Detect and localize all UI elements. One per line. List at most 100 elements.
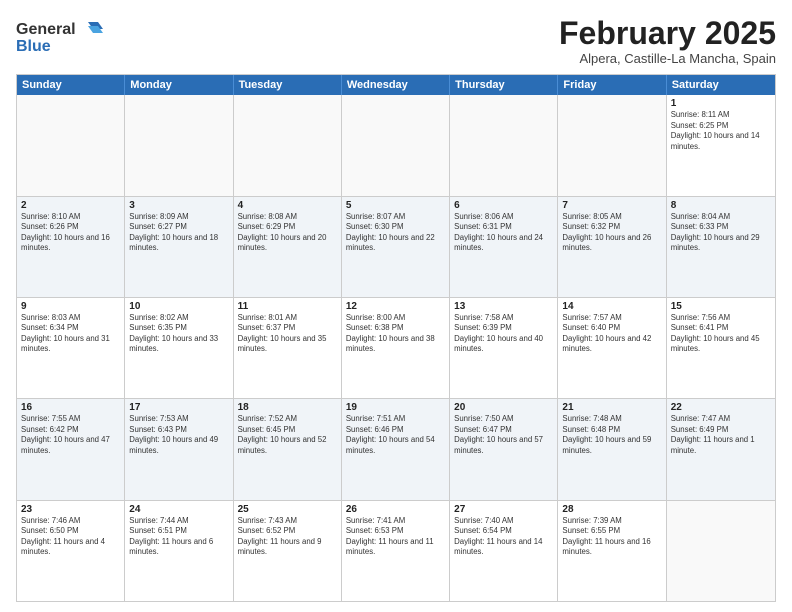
week-row-2: 9Sunrise: 8:03 AMSunset: 6:34 PMDaylight…	[17, 298, 775, 399]
day-number: 19	[346, 402, 445, 413]
day-number: 28	[562, 504, 661, 515]
cell-info: Sunrise: 7:52 AMSunset: 6:45 PMDaylight:…	[238, 414, 337, 456]
cell-info: Sunrise: 8:11 AMSunset: 6:25 PMDaylight:…	[671, 110, 771, 152]
cell-info: Sunrise: 8:02 AMSunset: 6:35 PMDaylight:…	[129, 313, 228, 355]
day-number: 17	[129, 402, 228, 413]
day-number: 10	[129, 301, 228, 312]
cal-cell-w2-d6: 15Sunrise: 7:56 AMSunset: 6:41 PMDayligh…	[667, 298, 775, 398]
cell-info: Sunrise: 7:53 AMSunset: 6:43 PMDaylight:…	[129, 414, 228, 456]
header-day-friday: Friday	[558, 75, 666, 95]
cell-info: Sunrise: 8:01 AMSunset: 6:37 PMDaylight:…	[238, 313, 337, 355]
cal-cell-w0-d4	[450, 95, 558, 195]
cell-info: Sunrise: 8:07 AMSunset: 6:30 PMDaylight:…	[346, 212, 445, 254]
cell-info: Sunrise: 8:04 AMSunset: 6:33 PMDaylight:…	[671, 212, 771, 254]
cell-info: Sunrise: 8:00 AMSunset: 6:38 PMDaylight:…	[346, 313, 445, 355]
day-number: 6	[454, 200, 553, 211]
cal-cell-w4-d1: 24Sunrise: 7:44 AMSunset: 6:51 PMDayligh…	[125, 501, 233, 601]
logo: General Blue	[16, 16, 106, 56]
calendar: SundayMondayTuesdayWednesdayThursdayFrid…	[16, 74, 776, 602]
cal-cell-w3-d4: 20Sunrise: 7:50 AMSunset: 6:47 PMDayligh…	[450, 399, 558, 499]
cal-cell-w0-d6: 1Sunrise: 8:11 AMSunset: 6:25 PMDaylight…	[667, 95, 775, 195]
header-day-thursday: Thursday	[450, 75, 558, 95]
header-day-wednesday: Wednesday	[342, 75, 450, 95]
day-number: 14	[562, 301, 661, 312]
day-number: 4	[238, 200, 337, 211]
cal-cell-w2-d4: 13Sunrise: 7:58 AMSunset: 6:39 PMDayligh…	[450, 298, 558, 398]
cell-info: Sunrise: 7:51 AMSunset: 6:46 PMDaylight:…	[346, 414, 445, 456]
cell-info: Sunrise: 7:39 AMSunset: 6:55 PMDaylight:…	[562, 516, 661, 558]
cal-cell-w1-d0: 2Sunrise: 8:10 AMSunset: 6:26 PMDaylight…	[17, 197, 125, 297]
logo-svg: General Blue	[16, 16, 106, 56]
day-number: 2	[21, 200, 120, 211]
day-number: 20	[454, 402, 553, 413]
day-number: 22	[671, 402, 771, 413]
cal-cell-w1-d1: 3Sunrise: 8:09 AMSunset: 6:27 PMDaylight…	[125, 197, 233, 297]
calendar-header: SundayMondayTuesdayWednesdayThursdayFrid…	[17, 75, 775, 95]
page: General Blue February 2025 Alpera, Casti…	[0, 0, 792, 612]
week-row-0: 1Sunrise: 8:11 AMSunset: 6:25 PMDaylight…	[17, 95, 775, 196]
cal-cell-w1-d2: 4Sunrise: 8:08 AMSunset: 6:29 PMDaylight…	[234, 197, 342, 297]
day-number: 11	[238, 301, 337, 312]
day-number: 12	[346, 301, 445, 312]
cal-cell-w4-d6	[667, 501, 775, 601]
day-number: 21	[562, 402, 661, 413]
day-number: 16	[21, 402, 120, 413]
cal-cell-w0-d2	[234, 95, 342, 195]
cal-cell-w3-d6: 22Sunrise: 7:47 AMSunset: 6:49 PMDayligh…	[667, 399, 775, 499]
day-number: 27	[454, 504, 553, 515]
cal-cell-w0-d1	[125, 95, 233, 195]
day-number: 5	[346, 200, 445, 211]
cal-cell-w4-d2: 25Sunrise: 7:43 AMSunset: 6:52 PMDayligh…	[234, 501, 342, 601]
cal-cell-w2-d2: 11Sunrise: 8:01 AMSunset: 6:37 PMDayligh…	[234, 298, 342, 398]
week-row-4: 23Sunrise: 7:46 AMSunset: 6:50 PMDayligh…	[17, 501, 775, 601]
day-number: 3	[129, 200, 228, 211]
cell-info: Sunrise: 8:08 AMSunset: 6:29 PMDaylight:…	[238, 212, 337, 254]
day-number: 13	[454, 301, 553, 312]
day-number: 26	[346, 504, 445, 515]
cell-info: Sunrise: 7:55 AMSunset: 6:42 PMDaylight:…	[21, 414, 120, 456]
cal-cell-w4-d5: 28Sunrise: 7:39 AMSunset: 6:55 PMDayligh…	[558, 501, 666, 601]
svg-text:General: General	[16, 21, 76, 38]
cell-info: Sunrise: 7:56 AMSunset: 6:41 PMDaylight:…	[671, 313, 771, 355]
cell-info: Sunrise: 7:44 AMSunset: 6:51 PMDaylight:…	[129, 516, 228, 558]
cal-cell-w1-d5: 7Sunrise: 8:05 AMSunset: 6:32 PMDaylight…	[558, 197, 666, 297]
cal-cell-w4-d0: 23Sunrise: 7:46 AMSunset: 6:50 PMDayligh…	[17, 501, 125, 601]
day-number: 18	[238, 402, 337, 413]
cell-info: Sunrise: 7:50 AMSunset: 6:47 PMDaylight:…	[454, 414, 553, 456]
title-block: February 2025 Alpera, Castille-La Mancha…	[559, 16, 776, 66]
cal-cell-w2-d0: 9Sunrise: 8:03 AMSunset: 6:34 PMDaylight…	[17, 298, 125, 398]
header-day-monday: Monday	[125, 75, 233, 95]
cell-info: Sunrise: 8:06 AMSunset: 6:31 PMDaylight:…	[454, 212, 553, 254]
day-number: 23	[21, 504, 120, 515]
cell-info: Sunrise: 7:43 AMSunset: 6:52 PMDaylight:…	[238, 516, 337, 558]
cal-cell-w2-d3: 12Sunrise: 8:00 AMSunset: 6:38 PMDayligh…	[342, 298, 450, 398]
header-day-tuesday: Tuesday	[234, 75, 342, 95]
cell-info: Sunrise: 8:10 AMSunset: 6:26 PMDaylight:…	[21, 212, 120, 254]
day-number: 1	[671, 98, 771, 109]
svg-text:Blue: Blue	[16, 38, 51, 55]
cal-cell-w1-d4: 6Sunrise: 8:06 AMSunset: 6:31 PMDaylight…	[450, 197, 558, 297]
header-day-sunday: Sunday	[17, 75, 125, 95]
cell-info: Sunrise: 8:05 AMSunset: 6:32 PMDaylight:…	[562, 212, 661, 254]
week-row-1: 2Sunrise: 8:10 AMSunset: 6:26 PMDaylight…	[17, 197, 775, 298]
day-number: 9	[21, 301, 120, 312]
day-number: 8	[671, 200, 771, 211]
cal-cell-w4-d3: 26Sunrise: 7:41 AMSunset: 6:53 PMDayligh…	[342, 501, 450, 601]
cell-info: Sunrise: 7:46 AMSunset: 6:50 PMDaylight:…	[21, 516, 120, 558]
day-number: 24	[129, 504, 228, 515]
cell-info: Sunrise: 7:57 AMSunset: 6:40 PMDaylight:…	[562, 313, 661, 355]
cell-info: Sunrise: 7:41 AMSunset: 6:53 PMDaylight:…	[346, 516, 445, 558]
cell-info: Sunrise: 8:03 AMSunset: 6:34 PMDaylight:…	[21, 313, 120, 355]
cell-info: Sunrise: 8:09 AMSunset: 6:27 PMDaylight:…	[129, 212, 228, 254]
day-number: 25	[238, 504, 337, 515]
header-day-saturday: Saturday	[667, 75, 775, 95]
cal-cell-w2-d5: 14Sunrise: 7:57 AMSunset: 6:40 PMDayligh…	[558, 298, 666, 398]
week-row-3: 16Sunrise: 7:55 AMSunset: 6:42 PMDayligh…	[17, 399, 775, 500]
cal-cell-w2-d1: 10Sunrise: 8:02 AMSunset: 6:35 PMDayligh…	[125, 298, 233, 398]
cal-cell-w4-d4: 27Sunrise: 7:40 AMSunset: 6:54 PMDayligh…	[450, 501, 558, 601]
header: General Blue February 2025 Alpera, Casti…	[16, 16, 776, 66]
subtitle: Alpera, Castille-La Mancha, Spain	[559, 51, 776, 66]
cal-cell-w0-d3	[342, 95, 450, 195]
cell-info: Sunrise: 7:48 AMSunset: 6:48 PMDaylight:…	[562, 414, 661, 456]
cal-cell-w0-d5	[558, 95, 666, 195]
